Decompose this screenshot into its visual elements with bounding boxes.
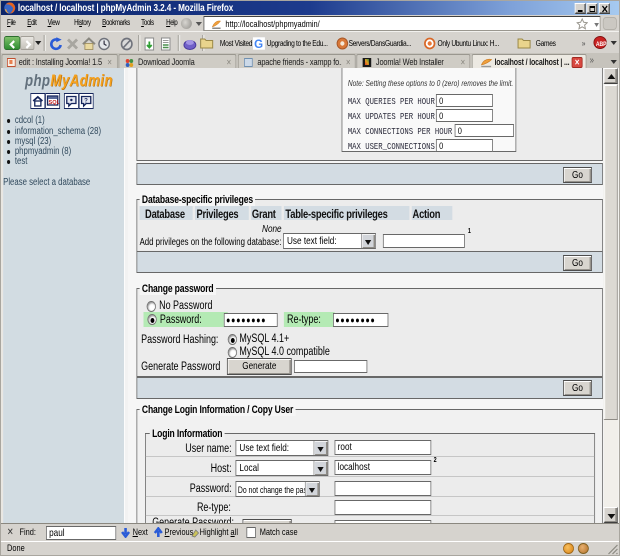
svg-text:G: G [254, 37, 263, 49]
svg-text:SQL: SQL [49, 100, 60, 106]
svg-text:?: ? [84, 99, 88, 105]
